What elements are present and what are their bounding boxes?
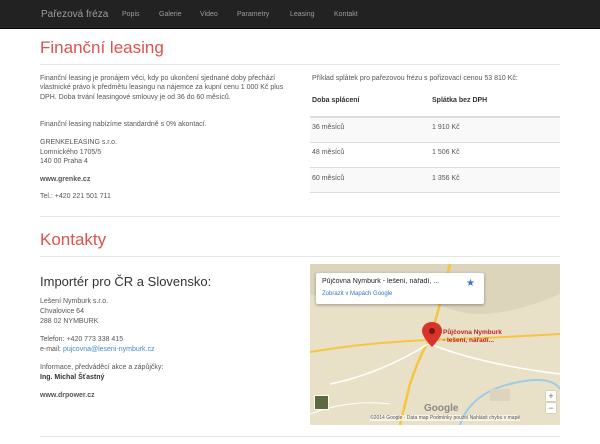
divider: [40, 64, 560, 65]
email-label: e-mail:: [40, 346, 62, 353]
map-pin-label-line: Půjčovna Nymburk: [443, 329, 502, 336]
table-cell-payment: 1 910 Kč: [432, 124, 460, 131]
contacts-heading: Kontakty: [40, 230, 107, 249]
importer-title: Importér pro ČR a Slovensko:: [40, 274, 212, 289]
map-town: [490, 389, 510, 401]
leasing-description: Finanční leasing je pronájem věci, kdy p…: [40, 75, 284, 101]
importer-city: 288 02 NYMBURK: [40, 318, 99, 325]
leasing-note: Finanční leasing nabízíme standardně s 0…: [40, 121, 207, 128]
importer-street: Chvalovice 64: [40, 308, 84, 315]
divider: [40, 216, 560, 217]
map-info-card: Půjčovna Nymburk - lešení, nářadí, ... Z…: [316, 273, 484, 304]
handover-person: Ing. Michal Šťastný: [40, 374, 105, 381]
map-pin-icon[interactable]: [422, 322, 442, 347]
nav-item-galerie[interactable]: Galerie: [159, 11, 182, 18]
map-pin-dot: [429, 328, 435, 334]
table-header-payment: Splátka bez DPH: [432, 97, 488, 104]
importer-company: Lešení Nymburk s.r.o.: [40, 298, 109, 305]
leasing-heading: Finanční leasing: [40, 38, 164, 57]
table-header-period: Doba splácení: [312, 97, 360, 104]
table-cell-period: 60 měsíců: [312, 175, 345, 182]
company-phone: Tel.: +420 221 501 711: [40, 193, 111, 200]
company-street: Lomnického 1705/5: [40, 149, 102, 156]
nav-item-popis[interactable]: Popis: [122, 11, 140, 18]
email-link[interactable]: pujcovna@leseni-nymburk.cz: [63, 346, 155, 353]
brand-link[interactable]: Pařezová fréza: [41, 9, 108, 20]
handover-label: Informace, předváděcí akce a zápůjčky:: [40, 364, 164, 371]
zoom-out-button[interactable]: −: [546, 403, 556, 413]
company-city: 140 00 Praha 4: [40, 158, 88, 165]
map-card-title: Půjčovna Nymburk - lešení, nářadí, ...: [322, 278, 440, 285]
map-pin-label-line: - lešení, nářadí...: [443, 337, 494, 344]
drpower-link[interactable]: www.drpower.cz: [40, 392, 95, 399]
nav-item-video[interactable]: Video: [200, 11, 218, 18]
map-footer: ©2014 Google · Data map Podmínky použití…: [370, 415, 521, 421]
table-cell-period: 48 měsíců: [312, 149, 345, 156]
google-logo: Google: [424, 403, 459, 414]
nav-item-leasing[interactable]: Leasing: [290, 11, 315, 18]
zoom-in-button[interactable]: +: [546, 391, 556, 401]
view-in-google-maps-link[interactable]: Zobrazit v Mapách Google: [322, 291, 392, 297]
company-name: GRENKELEASING s.r.o.: [40, 139, 118, 146]
divider: [40, 256, 560, 257]
table-caption: Příklad splátek pro pařezovou frézu s po…: [312, 75, 518, 82]
embedded-map[interactable]: Půjčovna Nymburk - lešení, nářadí... Půj…: [310, 264, 560, 425]
star-icon[interactable]: ★: [466, 278, 475, 289]
table-cell-payment: 1 356 Kč: [432, 175, 460, 182]
nav-item-parametry[interactable]: Parametry: [237, 11, 269, 18]
map-road: [429, 343, 560, 375]
importer-email-row: e-mail: pujcovna@leseni-nymburk.cz: [40, 346, 155, 353]
table-cell-payment: 1 506 Kč: [432, 149, 460, 156]
table-row-divider: [310, 192, 560, 193]
divider: [40, 436, 560, 437]
nav-item-kontakt[interactable]: Kontakt: [334, 11, 358, 18]
table-cell-period: 36 měsíců: [312, 124, 345, 131]
importer-phone: Telefon: +420 773 338 415: [40, 336, 124, 343]
map-pin-label: Půjčovna Nymburk - lešení, nářadí...: [443, 329, 502, 345]
satellite-toggle[interactable]: [314, 395, 329, 410]
grenke-link[interactable]: www.grenke.cz: [40, 176, 90, 183]
navbar: Pařezová fréza Popis Galerie Video Param…: [0, 0, 600, 29]
